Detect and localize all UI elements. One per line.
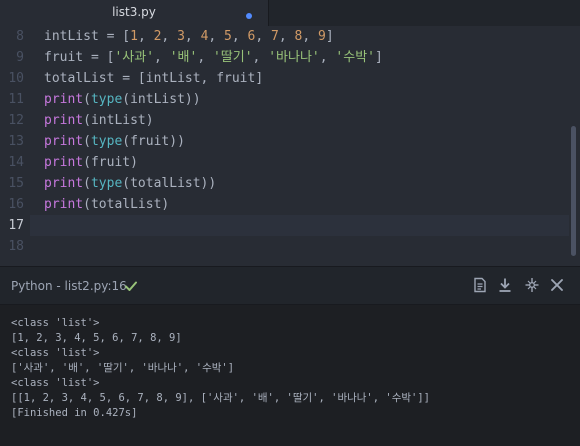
code-token: (fruit)	[83, 155, 138, 170]
code-editor[interactable]: 8 9 10 11 12 13 14 15 16 17 18 intList =…	[0, 26, 580, 266]
output-line: ['사과', '배', '딸기', '바나나', '수박']	[11, 362, 235, 374]
tab-list3-py[interactable]: list3.py	[0, 0, 269, 26]
code-line-8[interactable]: intList = [1, 2, 3, 4, 5, 6, 7, 8, 9]	[44, 26, 334, 47]
code-token: ,	[184, 29, 201, 44]
output-line: [1, 2, 3, 4, 5, 6, 7, 8, 9]	[11, 332, 182, 344]
line-number: 14	[8, 155, 24, 170]
output-line: <class 'list'>	[11, 377, 100, 389]
line-number: 12	[8, 113, 24, 128]
document-icon[interactable]	[472, 277, 488, 293]
code-token: (intList)	[83, 113, 154, 128]
tab-title: list3.py	[112, 5, 156, 19]
code-token: (fruit))	[122, 134, 185, 149]
line-number-active: 17	[8, 218, 24, 233]
code-token: fruit	[44, 50, 84, 65]
code-token: '사과'	[114, 50, 155, 65]
code-token: 3	[177, 29, 185, 44]
line-number: 13	[8, 134, 24, 149]
code-token: print	[44, 134, 84, 149]
code-token: 7	[271, 29, 279, 44]
output-console[interactable]: <class 'list'> [1, 2, 3, 4, 5, 6, 7, 8, …	[0, 305, 580, 446]
code-token: (totalList))	[122, 176, 217, 191]
tab-bar: list3.py	[0, 0, 580, 27]
output-line: [[1, 2, 3, 4, 5, 6, 7, 8, 9], ['사과', '배'…	[11, 392, 430, 404]
code-line-16[interactable]: print(totalList)	[44, 194, 169, 215]
code-token: '배'	[169, 50, 198, 65]
code-token: 5	[224, 29, 232, 44]
line-number: 11	[8, 92, 24, 107]
code-token: print	[44, 113, 84, 128]
panel-title: Python - list2.py:16	[11, 279, 127, 293]
output-panel-header: Python - list2.py:16	[0, 267, 580, 305]
code-line-13[interactable]: print(type(fruit))	[44, 131, 185, 152]
code-token: ,	[252, 50, 269, 65]
code-token: ,	[154, 50, 170, 65]
code-token: (intList))	[122, 92, 201, 107]
scrollbar-thumb[interactable]	[571, 126, 576, 256]
code-token: 9	[317, 29, 326, 44]
code-token: ]	[374, 50, 383, 65]
code-token: '바나나'	[268, 50, 320, 65]
code-token: = [	[98, 29, 131, 44]
code-token: type	[90, 134, 123, 149]
code-token: ]	[325, 29, 334, 44]
code-token: print	[44, 92, 84, 107]
code-line-12[interactable]: print(intList)	[44, 110, 154, 131]
code-token: ,	[208, 29, 225, 44]
code-token: = [	[83, 50, 115, 65]
code-token: print	[44, 176, 84, 191]
line-number: 10	[8, 71, 24, 86]
code-token: print	[44, 197, 84, 212]
code-line-14[interactable]: print(fruit)	[44, 152, 138, 173]
code-token: ,	[197, 50, 213, 65]
code-token: ,	[319, 50, 336, 65]
editor-window: list3.py 8 9 10 11 12 13 14 15 16 17 18 …	[0, 0, 580, 446]
code-token: print	[44, 155, 84, 170]
code-token: ,	[278, 29, 295, 44]
code-line-15[interactable]: print(type(totalList))	[44, 173, 216, 194]
line-number: 8	[16, 29, 24, 44]
code-token: ,	[302, 29, 318, 44]
output-line: <class 'list'>	[11, 317, 100, 329]
code-token: type	[90, 176, 123, 191]
code-token: (	[83, 92, 91, 107]
code-line-11[interactable]: print(type(intList))	[44, 89, 201, 110]
output-line: [Finished in 0.427s]	[11, 407, 138, 419]
code-token: ,	[137, 29, 154, 44]
code-token: '딸기'	[212, 50, 253, 65]
code-token: totalList	[44, 71, 115, 86]
download-icon[interactable]	[497, 277, 513, 293]
active-line-highlight	[30, 215, 570, 236]
code-token: type	[90, 92, 123, 107]
code-token: (	[83, 176, 91, 191]
pin-icon[interactable]	[524, 277, 540, 293]
code-token: '수박'	[335, 50, 375, 65]
check-icon	[125, 281, 137, 291]
line-number: 16	[8, 197, 24, 212]
code-token: (totalList)	[83, 197, 170, 212]
line-number: 15	[8, 176, 24, 191]
code-token: 1	[130, 29, 138, 44]
line-number: 9	[16, 50, 24, 65]
code-token: (	[83, 134, 91, 149]
code-token: = [intList, fruit]	[114, 71, 264, 86]
output-line: <class 'list'>	[11, 347, 100, 359]
unsaved-indicator-icon[interactable]	[246, 13, 252, 19]
code-token: intList	[44, 29, 99, 44]
code-token: ,	[161, 29, 178, 44]
code-line-10[interactable]: totalList = [intList, fruit]	[44, 68, 263, 89]
code-token: ,	[231, 29, 248, 44]
code-token: ,	[255, 29, 272, 44]
line-number-gutter: 8 9 10 11 12 13 14 15 16 17 18	[0, 26, 30, 266]
code-line-9[interactable]: fruit = ['사과', '배', '딸기', '바나나', '수박']	[44, 47, 383, 68]
close-icon[interactable]	[549, 277, 565, 293]
line-number: 18	[8, 239, 24, 254]
